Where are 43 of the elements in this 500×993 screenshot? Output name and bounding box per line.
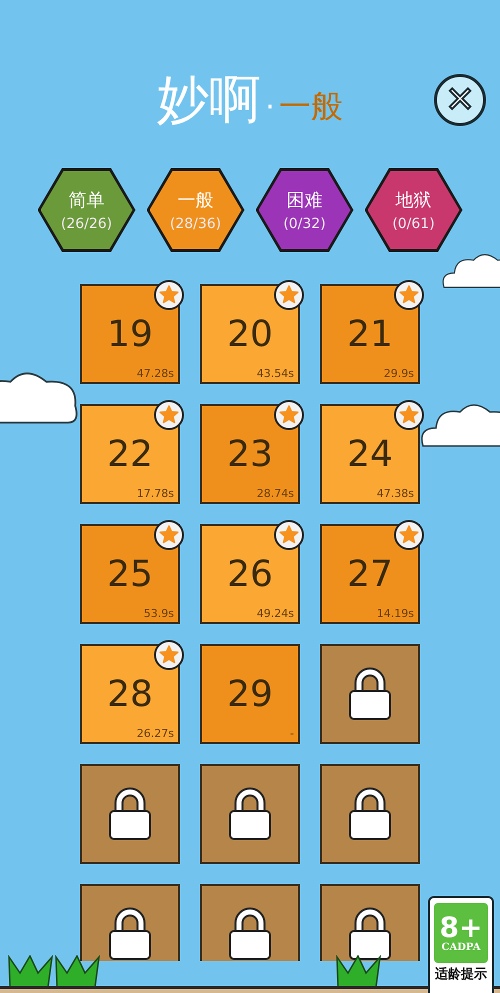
difficulty-tab[interactable]: 地狱 (0/61) — [368, 171, 460, 249]
level-time: 26.27s — [136, 727, 174, 740]
grass-drawing — [55, 955, 101, 987]
grass-drawing — [336, 955, 382, 987]
level-time: 53.9s — [144, 607, 174, 620]
level-number: 26 — [227, 554, 273, 594]
level-time: 49.24s — [256, 607, 294, 620]
level-time: 29.9s — [384, 367, 414, 380]
lock-icon — [348, 907, 392, 961]
level-time: 17.78s — [136, 487, 174, 500]
level-number: 20 — [227, 314, 273, 354]
lock-icon — [108, 907, 152, 961]
level-number: 23 — [227, 434, 273, 474]
difficulty-tab[interactable]: 困难 (0/32) — [258, 171, 350, 249]
lock-icon — [348, 787, 392, 841]
difficulty-tab[interactable]: 简单 (26/26) — [40, 171, 132, 249]
level-time: 28.74s — [256, 487, 294, 500]
title-text: 妙啊 — [157, 72, 262, 130]
lock-icon — [228, 907, 272, 961]
level-time: 47.38s — [376, 487, 414, 500]
level-time: 47.28s — [136, 367, 174, 380]
level-number: 27 — [347, 554, 393, 594]
level-number: 24 — [347, 434, 393, 474]
rating-org: CADPA — [442, 942, 480, 952]
grass-drawing — [8, 955, 54, 987]
lock-icon — [108, 787, 152, 841]
lock-icon — [228, 787, 272, 841]
lock-icon — [348, 667, 392, 721]
level-tile[interactable]: 29 - — [200, 644, 300, 744]
level-time: 43.54s — [256, 367, 294, 380]
level-number: 25 — [107, 554, 153, 594]
level-number: 19 — [107, 314, 153, 354]
level-time: - — [290, 727, 294, 740]
age-rating: 8+ — [440, 914, 482, 942]
level-number: 21 — [347, 314, 393, 354]
difficulty-title: 一般 — [278, 86, 343, 127]
title-separator: · — [265, 90, 275, 125]
level-number: 29 — [227, 674, 273, 714]
level-number: 28 — [107, 674, 153, 714]
close-button[interactable]: × — [434, 74, 486, 126]
level-time: 14.19s — [376, 607, 414, 620]
rating-caption: 适龄提示 — [435, 966, 487, 983]
level-number: 22 — [107, 434, 153, 474]
